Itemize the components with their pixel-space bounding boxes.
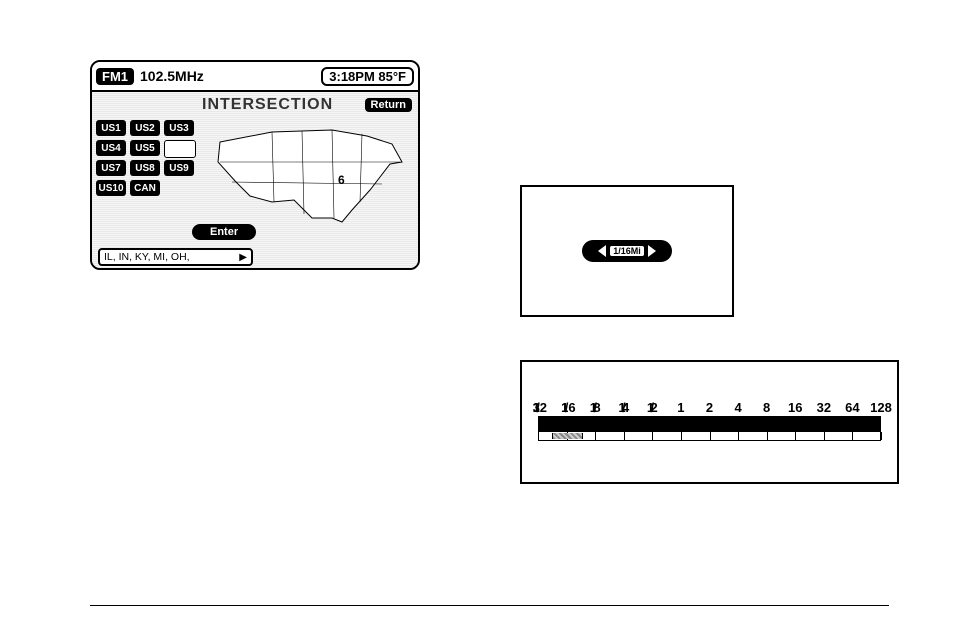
scale-bar-box: 1/32 1/16 1/8 1/4 1/2 1 2 4 8 16 32 64 128 (520, 360, 899, 484)
scale-increase-icon[interactable] (648, 245, 656, 257)
scale-label: 128 (870, 400, 892, 415)
footer-divider (90, 605, 889, 606)
scale-bar-ticks (538, 432, 881, 440)
nav-body: INTERSECTION Return US1US2US3US4US5US7US… (92, 92, 418, 270)
screen-title: INTERSECTION (202, 96, 333, 114)
scale-label: 1/32 (536, 400, 540, 415)
scale-bar[interactable]: 1/321/161/81/41/21248163264128 (538, 400, 881, 440)
clock-temp: 3:18PM 85°F (321, 67, 414, 86)
nav-top-bar: FM1 102.5MHz 3:18PM 85°F (92, 62, 418, 92)
region-button-us9[interactable]: US9 (164, 160, 194, 176)
scale-bar-band (538, 416, 881, 432)
region-button-us5[interactable]: US5 (130, 140, 160, 156)
region-button-can[interactable]: CAN (130, 180, 160, 196)
scale-label: 64 (845, 400, 859, 415)
scale-bar-marker (552, 433, 583, 439)
scale-current-label: 1/16Mi (610, 246, 644, 256)
states-summary-text: IL, IN, KY, MI, OH, (104, 251, 190, 263)
scale-label: 16 (788, 400, 802, 415)
scale-decrease-icon[interactable] (598, 245, 606, 257)
scale-label: 8 (763, 400, 770, 415)
region-button-us2[interactable]: US2 (130, 120, 160, 136)
return-button[interactable]: Return (365, 98, 412, 112)
states-summary-chip[interactable]: IL, IN, KY, MI, OH, ▶ (98, 248, 253, 266)
scale-label: 1 (677, 400, 684, 415)
region-button-us3[interactable]: US3 (164, 120, 194, 136)
chevron-right-icon: ▶ (239, 252, 247, 263)
region-grid: US1US2US3 US4US5US7US8US9 US10CAN (96, 120, 194, 196)
scale-toggle-box: 1/16Mi (520, 185, 734, 317)
scale-label: 2 (706, 400, 713, 415)
scale-label: 1/8 (593, 400, 597, 415)
enter-button[interactable]: Enter (192, 224, 256, 240)
region-button-us8[interactable]: US8 (130, 160, 160, 176)
band-badge: FM1 (96, 68, 134, 85)
scale-bar-labels: 1/321/161/81/41/21248163264128 (538, 400, 881, 416)
region-button-empty (164, 140, 196, 158)
nav-screen: FM1 102.5MHz 3:18PM 85°F INTERSECTION Re… (90, 60, 420, 270)
region-button-us10[interactable]: US10 (96, 180, 126, 196)
region-button-us4[interactable]: US4 (96, 140, 126, 156)
region-button-us7[interactable]: US7 (96, 160, 126, 176)
region-button-us1[interactable]: US1 (96, 120, 126, 136)
map-region-number: 6 (338, 173, 345, 187)
scale-label: 1/4 (622, 400, 626, 415)
scale-toggle[interactable]: 1/16Mi (582, 240, 672, 262)
scale-label: 32 (817, 400, 831, 415)
scale-label: 1/2 (651, 400, 655, 415)
frequency-label: 102.5MHz (140, 68, 204, 84)
scale-label: 4 (734, 400, 741, 415)
us-map[interactable]: 6 (212, 122, 412, 232)
scale-label: 1/16 (565, 400, 569, 415)
